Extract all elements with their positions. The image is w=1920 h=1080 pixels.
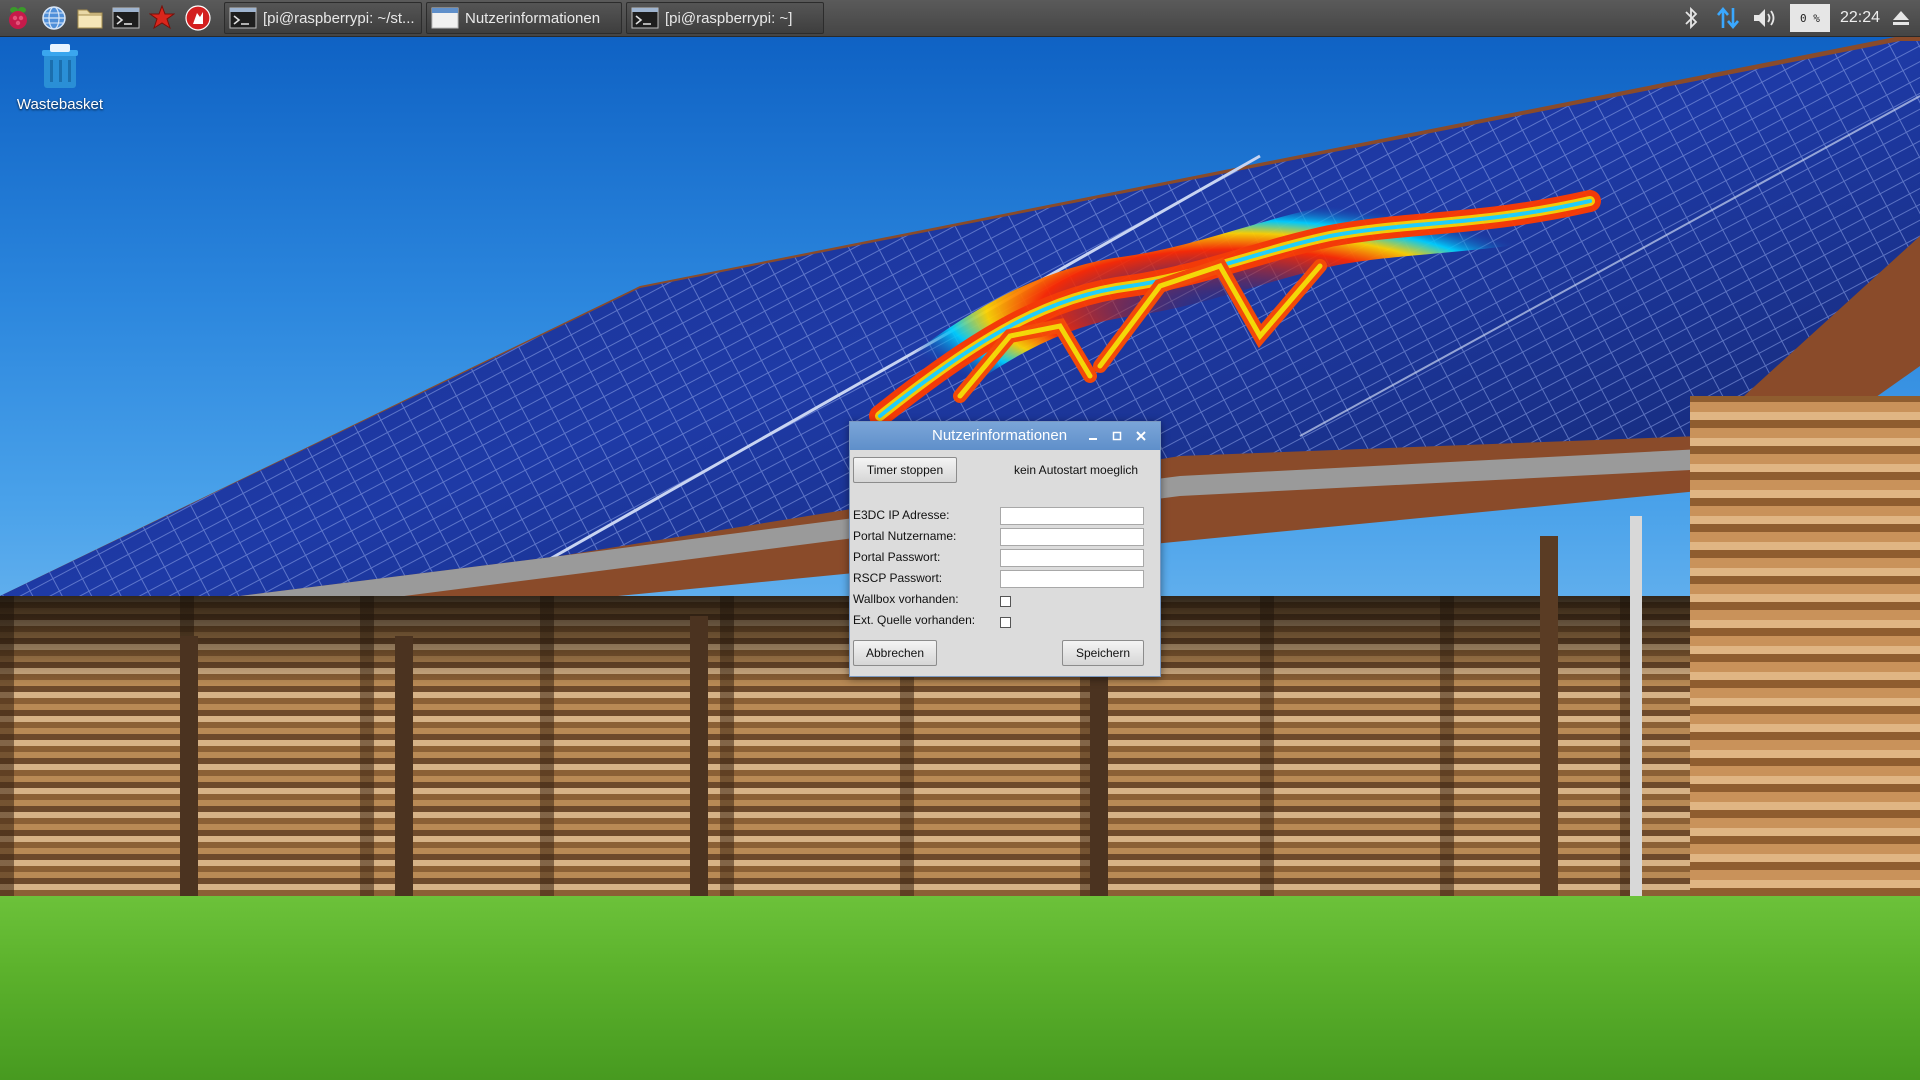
dialog-title: Nutzerinformationen <box>932 427 1068 444</box>
web-browser-icon <box>42 6 66 30</box>
terminal-icon <box>112 7 140 29</box>
minimize-icon <box>1089 438 1097 440</box>
maximize-button[interactable] <box>1108 427 1126 445</box>
close-icon <box>1136 431 1146 441</box>
e3dc-ip-input[interactable] <box>1000 507 1144 525</box>
rscp-password-input[interactable] <box>1000 570 1144 588</box>
mathematica-launcher[interactable] <box>144 0 180 36</box>
task-label: [pi@raspberrypi: ~/st... <box>263 9 415 27</box>
bluetooth-icon[interactable] <box>1678 4 1704 32</box>
autostart-status: kein Autostart moeglich <box>1014 463 1139 477</box>
task-terminal-1[interactable]: [pi@raspberrypi: ~/st... <box>224 2 422 34</box>
task-label: Nutzerinformationen <box>465 9 601 27</box>
wallbox-label: Wallbox vorhanden: <box>853 592 959 606</box>
grass-image <box>0 896 1920 1080</box>
dialog-titlebar[interactable]: Nutzerinformationen <box>850 422 1160 450</box>
wastebasket-icon <box>42 44 78 88</box>
portal-password-input[interactable] <box>1000 549 1144 567</box>
nutzerinformationen-dialog: Nutzerinformationen Timer stoppen kein A… <box>849 421 1161 677</box>
wolfram-launcher[interactable] <box>180 0 216 36</box>
file-manager-launcher[interactable] <box>72 0 108 36</box>
timer-stop-button[interactable]: Timer stoppen <box>853 457 957 483</box>
ext-source-checkbox[interactable] <box>1000 617 1011 628</box>
minimize-button[interactable] <box>1084 427 1102 445</box>
e3dc-ip-label: E3DC IP Adresse: <box>853 508 950 522</box>
task-terminal-2[interactable]: [pi@raspberrypi: ~] <box>626 2 824 34</box>
portal-username-input[interactable] <box>1000 528 1144 546</box>
wolfram-icon <box>185 5 211 31</box>
network-icon[interactable] <box>1714 4 1742 32</box>
web-browser-launcher[interactable] <box>36 0 72 36</box>
mathematica-icon <box>149 5 175 30</box>
terminal-icon <box>229 7 257 29</box>
save-button[interactable]: Speichern <box>1062 640 1144 666</box>
cpu-usage-monitor[interactable]: 0 % <box>1789 4 1830 32</box>
maximize-icon <box>1112 431 1122 441</box>
raspberry-menu-icon <box>9 7 27 29</box>
volume-icon[interactable] <box>1750 4 1780 32</box>
portal-password-label: Portal Passwort: <box>853 550 941 564</box>
wastebasket-label: Wastebasket <box>16 96 104 113</box>
eject-icon[interactable] <box>1890 7 1912 29</box>
terminal-icon <box>631 7 659 29</box>
file-manager-icon <box>77 9 103 29</box>
taskbar: [pi@raspberrypi: ~/st... Nutzerinformati… <box>0 0 1920 37</box>
clock[interactable]: 22:24 <box>1840 9 1880 27</box>
wallbox-checkbox[interactable] <box>1000 596 1011 607</box>
wastebasket-desktop-icon[interactable]: Wastebasket <box>10 44 110 113</box>
task-label: [pi@raspberrypi: ~] <box>665 9 793 27</box>
terminal-launcher[interactable] <box>108 0 144 36</box>
rscp-password-label: RSCP Passwort: <box>853 571 943 585</box>
task-nutzerinformationen[interactable]: Nutzerinformationen <box>426 2 622 34</box>
raspberry-menu-button[interactable] <box>0 0 36 36</box>
portal-username-label: Portal Nutzername: <box>853 529 957 543</box>
window-icon <box>431 7 459 29</box>
cancel-button[interactable]: Abbrechen <box>853 640 937 666</box>
close-button[interactable] <box>1132 427 1150 445</box>
ext-source-label: Ext. Quelle vorhanden: <box>853 613 976 627</box>
system-tray: 0 % 22:24 <box>1678 0 1920 36</box>
